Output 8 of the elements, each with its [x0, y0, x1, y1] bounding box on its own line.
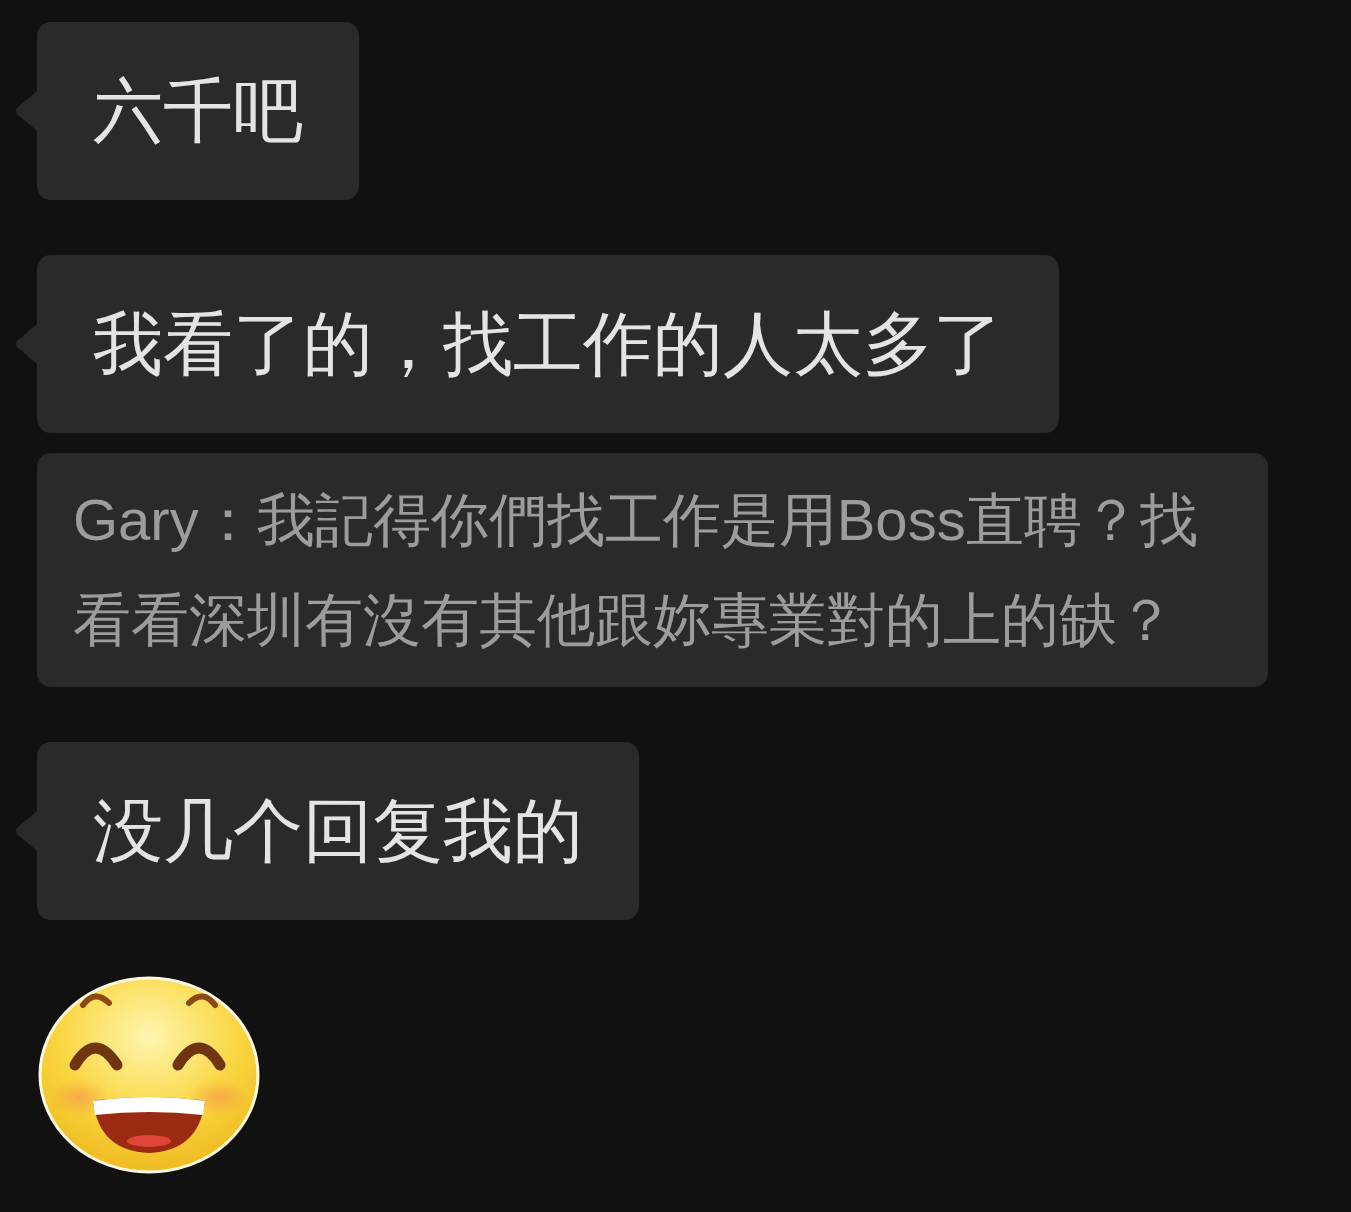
bubble-tail-icon	[15, 91, 37, 131]
message-bubble: 我看了的，找工作的人太多了	[37, 255, 1059, 433]
laughing-face-icon	[37, 975, 261, 1175]
message-bubble: 没几个回复我的	[37, 742, 639, 920]
bubble-tail-icon	[15, 811, 37, 851]
message-bubble: 六千吧	[37, 22, 359, 200]
bubble-tail-icon	[15, 324, 37, 364]
quoted-message: Gary：我記得你們找工作是用Boss直聘？找看看深圳有沒有其他跟妳專業對的上的缺？	[37, 453, 1268, 687]
